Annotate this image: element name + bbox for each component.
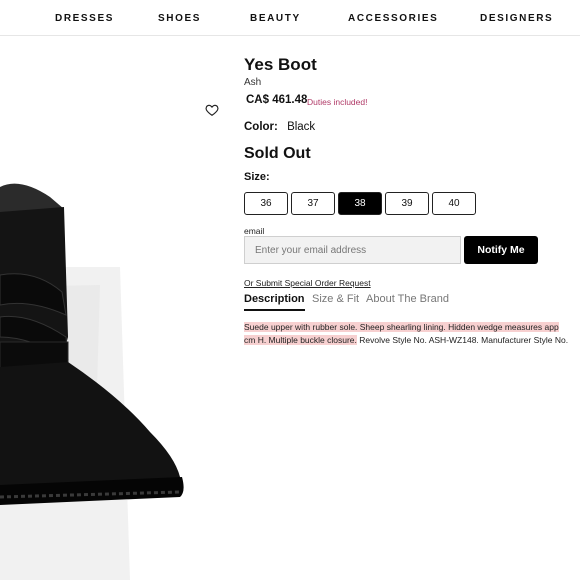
product-image[interactable] [0,37,230,580]
nav-item-dresses[interactable]: DRESSES [55,13,114,24]
product-title: Yes Boot [244,55,317,74]
color-value: Black [287,121,316,133]
duties-note: Duties included! [307,97,368,107]
size-button-36[interactable]: 36 [244,192,288,215]
size-button-39[interactable]: 39 [385,192,429,215]
nav-item-designers[interactable]: DESIGNERS [480,13,553,24]
size-label: Size: [244,171,270,183]
tab-about-brand[interactable]: About The Brand [366,293,449,305]
email-input[interactable] [244,236,461,264]
description-style-info: Revolve Style No. ASH-WZ148. Manufacture… [356,335,569,345]
nav-item-accessories[interactable]: ACCESSORIES [348,13,438,24]
special-order-link[interactable]: Or Submit Special Order Request [244,278,371,288]
email-label: email [244,226,265,236]
stock-status: Sold Out [244,145,311,162]
nav-item-shoes[interactable]: SHOES [158,13,201,24]
product-brand[interactable]: Ash [244,77,261,88]
tab-description[interactable]: Description [244,293,305,311]
size-button-38[interactable]: 38 [338,192,382,215]
description-highlight-2: cm H. Multiple buckle closure. [244,335,357,345]
description-highlight-1: Suede upper with rubber sole. Sheep shea… [244,322,559,332]
product-price: CA$ 461.48 [246,94,308,106]
product-description: Suede upper with rubber sole. Sheep shea… [244,321,580,347]
color-label: Color: [244,121,278,133]
color-row: Color: Black [244,121,315,133]
heart-outline-icon[interactable] [205,103,219,117]
tab-size-fit[interactable]: Size & Fit [312,293,359,305]
nav-item-beauty[interactable]: BEAUTY [250,13,301,24]
notify-me-button[interactable]: Notify Me [464,236,538,264]
top-navigation: DRESSES SHOES BEAUTY ACCESSORIES DESIGNE… [0,0,580,36]
size-button-40[interactable]: 40 [432,192,476,215]
boot-image [0,183,184,580]
size-button-37[interactable]: 37 [291,192,335,215]
